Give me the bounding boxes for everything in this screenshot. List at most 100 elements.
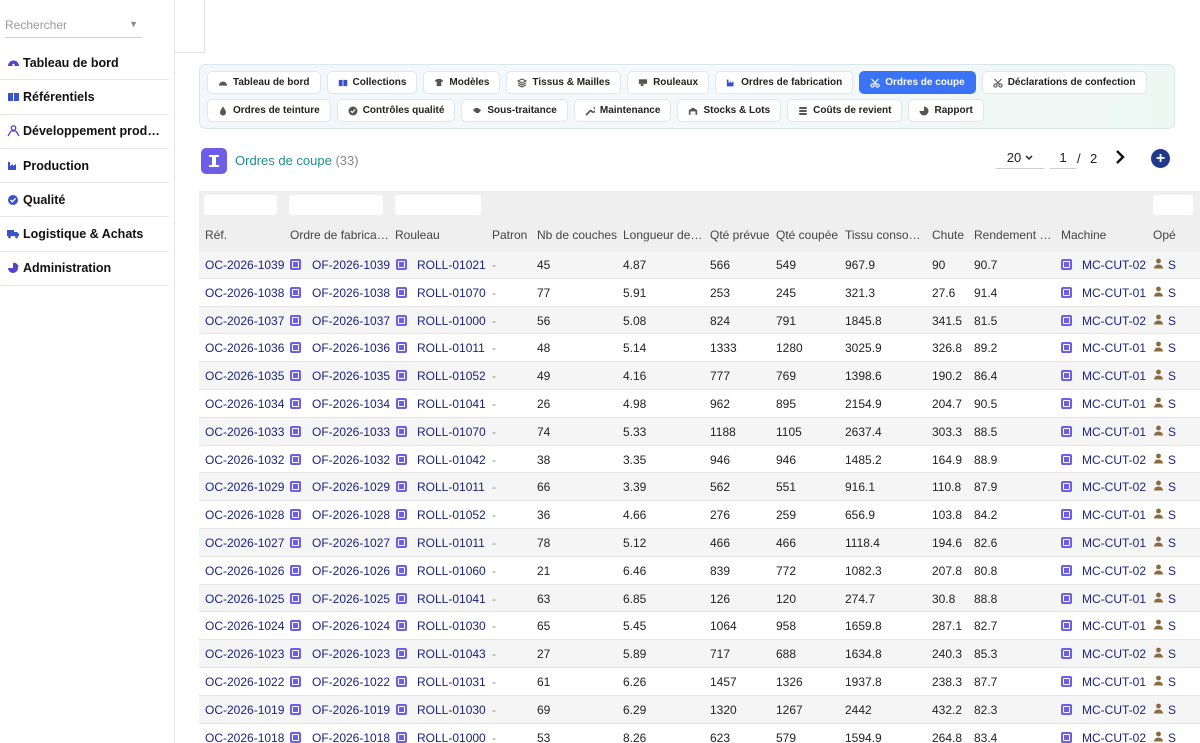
column-header[interactable]: Rouleau: [395, 228, 440, 242]
roll-link[interactable]: ROLL-01043: [417, 647, 486, 661]
operator-link[interactable]: S: [1168, 536, 1176, 550]
ref-link[interactable]: OC-2026-1039: [205, 258, 284, 272]
ref-link[interactable]: OC-2026-1023: [205, 647, 284, 661]
ref-link[interactable]: OC-2026-1033: [205, 425, 284, 439]
search-input[interactable]: [5, 14, 123, 36]
fabrication-order-link[interactable]: OF-2026-1023: [312, 647, 390, 661]
operator-link[interactable]: S: [1168, 675, 1176, 689]
record-link-icon[interactable]: [290, 398, 301, 409]
column-header[interactable]: Patron: [492, 228, 527, 242]
machine-link[interactable]: MC-CUT-02: [1082, 731, 1146, 743]
page-number-input[interactable]: 1: [1050, 147, 1076, 169]
roll-link[interactable]: ROLL-01011: [417, 536, 485, 550]
record-link-icon[interactable]: [290, 564, 301, 576]
ref-link[interactable]: OC-2026-1037: [205, 314, 284, 328]
record-link-icon[interactable]: [1061, 509, 1072, 521]
operator-link[interactable]: S: [1168, 369, 1176, 383]
operator-link[interactable]: S: [1168, 703, 1176, 717]
roll-link[interactable]: ROLL-01021: [417, 258, 486, 272]
machine-link[interactable]: MC-CUT-01: [1082, 369, 1146, 383]
fabrication-order-link[interactable]: OF-2026-1027: [312, 536, 390, 550]
operator-link[interactable]: S: [1168, 508, 1176, 522]
roll-link[interactable]: ROLL-01070: [417, 425, 486, 439]
roll-link[interactable]: ROLL-01000: [417, 731, 486, 743]
page-size-select[interactable]: 20: [996, 147, 1044, 169]
record-link-icon[interactable]: [396, 509, 407, 521]
record-link-icon[interactable]: [396, 314, 407, 326]
next-page-button[interactable]: [1112, 148, 1128, 166]
machine-link[interactable]: MC-CUT-01: [1082, 508, 1146, 522]
roll-link[interactable]: ROLL-01052: [417, 508, 486, 522]
record-link-icon[interactable]: [396, 481, 407, 493]
record-link-icon[interactable]: [1061, 342, 1072, 354]
ref-link[interactable]: OC-2026-1027: [205, 536, 284, 550]
fabrication-order-link[interactable]: OF-2026-1026: [312, 564, 390, 578]
roll-link[interactable]: ROLL-01000: [417, 314, 486, 328]
table-row[interactable]: OC-2026-1035 OF-2026-1035 ROLL-01052- 49 4.1…: [199, 362, 1200, 390]
table-row[interactable]: OC-2026-1026 OF-2026-1026 ROLL-01060- 21 6.4…: [199, 557, 1200, 585]
tab-row2-6[interactable]: Rapport: [908, 99, 984, 122]
table-row[interactable]: OC-2026-1025 OF-2026-1025 ROLL-01041- 63 6.8…: [199, 584, 1200, 613]
record-link-icon[interactable]: [290, 425, 301, 437]
tab-row2-5[interactable]: Coûts de revient: [787, 99, 903, 122]
table-row[interactable]: OC-2026-1039 OF-2026-1039 ROLL-01021- 45 4.8…: [199, 251, 1200, 279]
tab-row2-2[interactable]: Sous-traitance: [461, 99, 568, 122]
table-row[interactable]: OC-2026-1033 OF-2026-1033 ROLL-01070- 74 5.3…: [199, 417, 1200, 446]
roll-link[interactable]: ROLL-01030: [417, 619, 486, 633]
machine-link[interactable]: MC-CUT-02: [1082, 453, 1146, 467]
record-link-icon[interactable]: [396, 453, 407, 465]
column-header[interactable]: Tissu conso…: [845, 228, 921, 242]
record-link-icon[interactable]: [290, 259, 301, 270]
sidebar-item-2[interactable]: Développement prod…: [0, 115, 169, 149]
operator-link[interactable]: S: [1168, 425, 1176, 439]
machine-link[interactable]: MC-CUT-01: [1082, 675, 1146, 689]
operator-link[interactable]: S: [1168, 647, 1176, 661]
machine-link[interactable]: MC-CUT-02: [1082, 564, 1146, 578]
fabrication-order-link[interactable]: OF-2026-1039: [312, 258, 390, 272]
record-link-icon[interactable]: [290, 370, 301, 382]
roll-link[interactable]: ROLL-01070: [417, 286, 486, 300]
ref-link[interactable]: OC-2026-1025: [205, 592, 284, 606]
record-link-icon[interactable]: [1061, 703, 1072, 715]
machine-link[interactable]: MC-CUT-01: [1082, 619, 1146, 633]
record-link-icon[interactable]: [290, 342, 301, 354]
tab-row2-3[interactable]: Maintenance: [573, 99, 672, 122]
operator-link[interactable]: S: [1168, 564, 1176, 578]
fabrication-order-link[interactable]: OF-2026-1034: [312, 397, 390, 411]
ref-link[interactable]: OC-2026-1024: [205, 619, 284, 633]
record-link-icon[interactable]: [290, 648, 301, 660]
record-link-icon[interactable]: [290, 592, 301, 604]
record-link-icon[interactable]: [1061, 620, 1072, 632]
record-link-icon[interactable]: [396, 370, 407, 382]
sidebar-item-4[interactable]: Qualité: [0, 183, 169, 218]
record-link-icon[interactable]: [396, 676, 407, 687]
record-link-icon[interactable]: [290, 703, 301, 715]
machine-link[interactable]: MC-CUT-01: [1082, 425, 1146, 439]
record-link-icon[interactable]: [1061, 398, 1072, 409]
ref-link[interactable]: OC-2026-1029: [205, 480, 284, 494]
record-link-icon[interactable]: [290, 620, 301, 632]
tab-row1-5[interactable]: Ordres de fabrication: [715, 71, 854, 94]
operator-link[interactable]: S: [1168, 619, 1176, 633]
tab-row1-3[interactable]: Tissus & Mailles: [506, 71, 622, 94]
record-link-icon[interactable]: [396, 259, 407, 270]
record-link-icon[interactable]: [396, 592, 407, 604]
operator-link[interactable]: S: [1168, 453, 1176, 467]
sidebar-item-1[interactable]: Référentiels: [0, 80, 169, 115]
record-link-icon[interactable]: [290, 481, 301, 493]
ref-link[interactable]: OC-2026-1022: [205, 675, 284, 689]
tab-row2-4[interactable]: Stocks & Lots: [677, 99, 782, 122]
machine-link[interactable]: MC-CUT-01: [1082, 592, 1146, 606]
fabrication-order-link[interactable]: OF-2026-1036: [312, 341, 390, 355]
table-row[interactable]: OC-2026-1032 OF-2026-1032 ROLL-01042- 38 3.3…: [199, 446, 1200, 474]
column-header[interactable]: Opé: [1153, 228, 1176, 242]
record-link-icon[interactable]: [1061, 592, 1072, 604]
sidebar-item-5[interactable]: Logistique & Achats: [0, 217, 169, 252]
column-header[interactable]: Chute: [932, 228, 964, 242]
table-row[interactable]: OC-2026-1019 OF-2026-1019 ROLL-01030- 69 6.2…: [199, 695, 1200, 724]
record-link-icon[interactable]: [290, 286, 301, 298]
tab-row1-7[interactable]: Déclarations de confection: [981, 71, 1147, 94]
ref-link[interactable]: OC-2026-1019: [205, 703, 284, 717]
table-row[interactable]: OC-2026-1022 OF-2026-1022 ROLL-01031- 61 6.2…: [199, 668, 1200, 696]
machine-link[interactable]: MC-CUT-01: [1082, 286, 1146, 300]
